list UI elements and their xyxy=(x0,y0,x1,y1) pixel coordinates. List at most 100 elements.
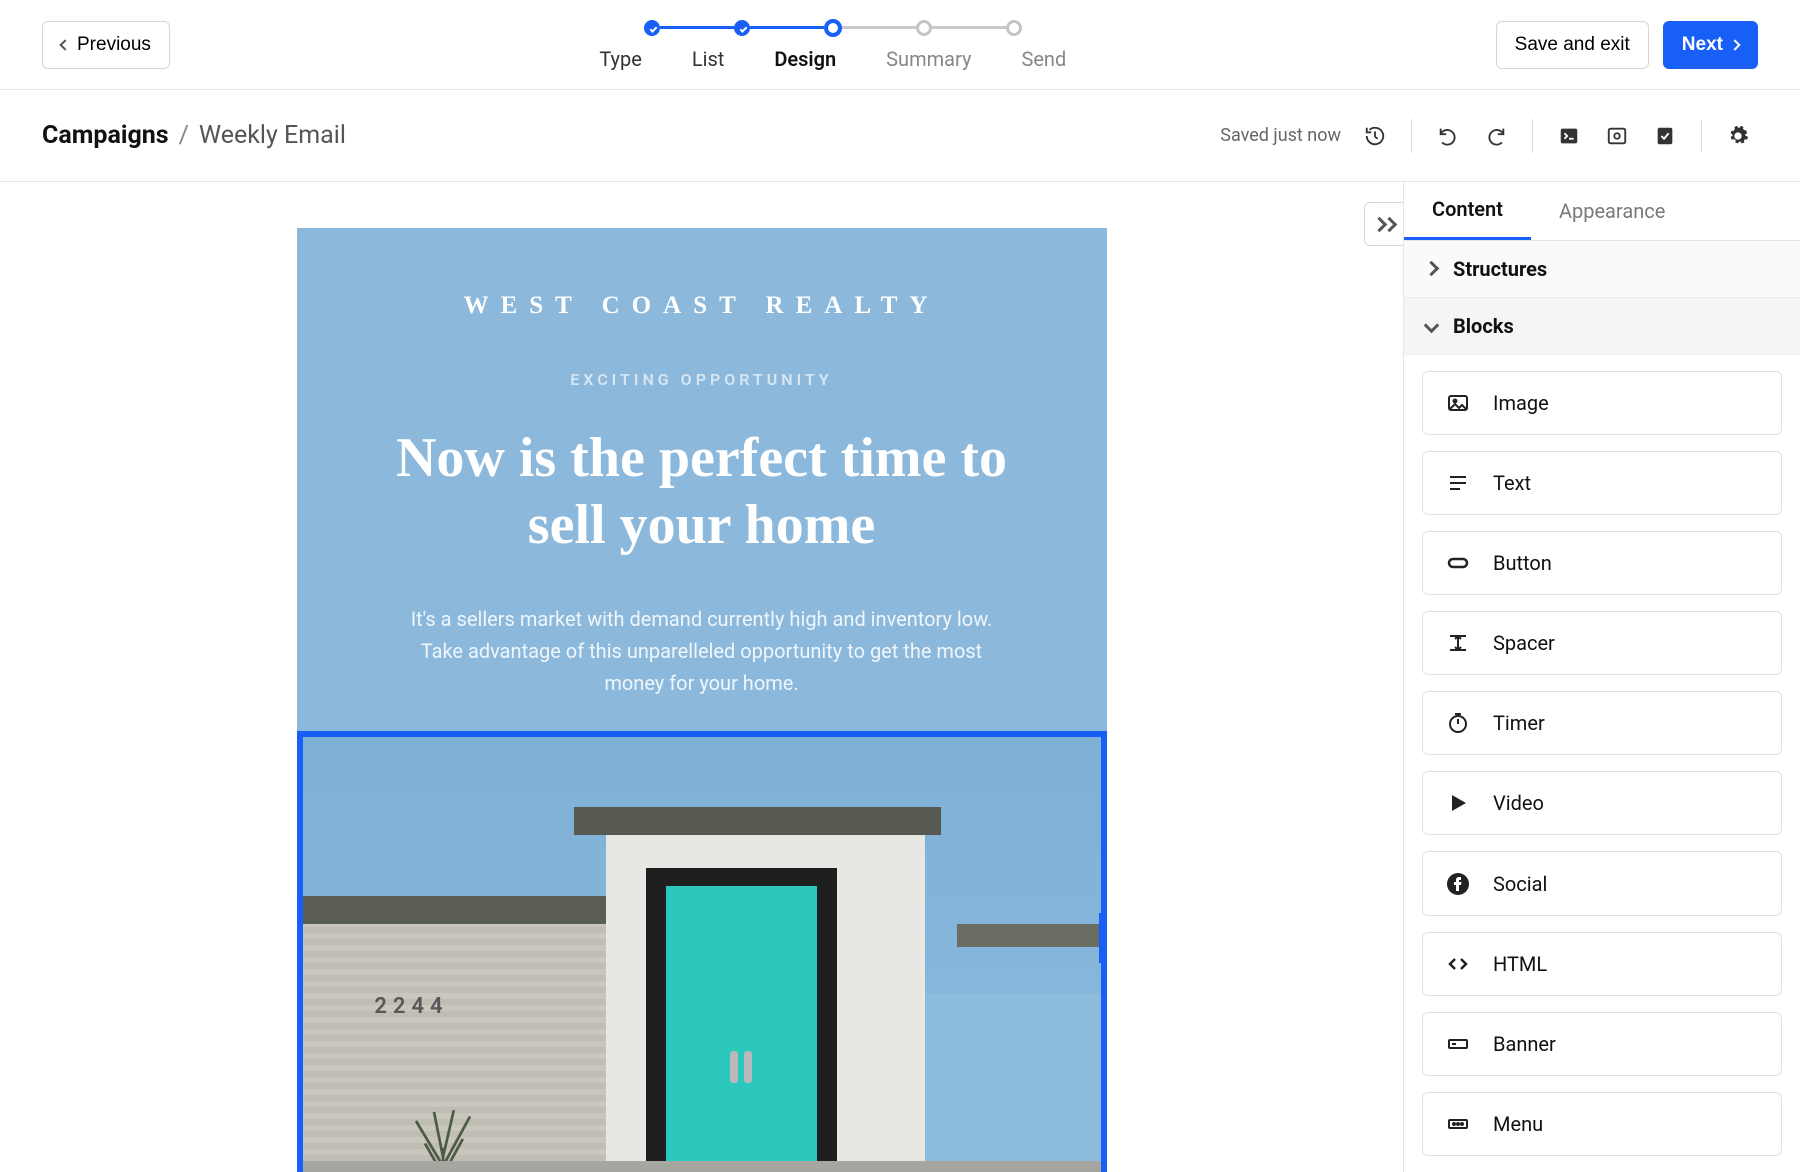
breadcrumb-leaf[interactable]: Weekly Email xyxy=(199,121,346,150)
preview-icon xyxy=(1606,125,1628,147)
step-seg xyxy=(932,26,1006,29)
move-block-button[interactable] xyxy=(1099,913,1107,963)
step-label-type[interactable]: Type xyxy=(599,47,642,71)
step-label-summary[interactable]: Summary xyxy=(886,47,971,71)
code-view-button[interactable] xyxy=(1549,116,1589,156)
previous-button[interactable]: Previous xyxy=(42,21,170,69)
chevron-right-icon xyxy=(1729,39,1740,50)
menu-icon xyxy=(1445,1111,1471,1137)
chevron-right-icon xyxy=(1424,261,1440,277)
step-node-send[interactable] xyxy=(1006,20,1022,36)
collapse-sidebar-handle[interactable] xyxy=(1364,202,1403,246)
secondbar: Campaigns / Weekly Email Saved just now xyxy=(0,90,1800,182)
banner-icon xyxy=(1445,1031,1471,1057)
block-label: HTML xyxy=(1493,952,1547,976)
video-icon xyxy=(1445,790,1471,816)
block-image[interactable]: Image xyxy=(1422,371,1782,435)
text-icon xyxy=(1445,470,1471,496)
block-label: Spacer xyxy=(1493,631,1555,655)
house-number: 2244 xyxy=(374,994,448,1019)
settings-button[interactable] xyxy=(1718,116,1758,156)
selected-image-block[interactable]: 2244 xyxy=(297,731,1107,1172)
step-label-design[interactable]: Design xyxy=(774,47,836,71)
step-label-send[interactable]: Send xyxy=(1021,47,1066,71)
step-node-list[interactable] xyxy=(734,20,750,36)
block-banner[interactable]: Banner xyxy=(1422,1012,1782,1076)
block-video[interactable]: Video xyxy=(1422,771,1782,835)
undo-icon xyxy=(1437,125,1459,147)
block-spacer[interactable]: Spacer xyxy=(1422,611,1782,675)
separator xyxy=(1701,119,1702,153)
undo-button[interactable] xyxy=(1428,116,1468,156)
block-label: Video xyxy=(1493,791,1544,815)
block-label: Banner xyxy=(1493,1032,1556,1056)
redo-icon xyxy=(1485,125,1507,147)
terminal-icon xyxy=(1558,125,1580,147)
gear-icon xyxy=(1727,125,1749,147)
block-timer[interactable]: Timer xyxy=(1422,691,1782,755)
accordion-blocks[interactable]: Blocks xyxy=(1404,298,1800,355)
step-seg xyxy=(750,26,824,29)
save-exit-button[interactable]: Save and exit xyxy=(1496,21,1649,69)
separator xyxy=(1532,119,1533,153)
breadcrumb: Campaigns / Weekly Email xyxy=(42,121,346,150)
breadcrumb-root[interactable]: Campaigns xyxy=(42,121,169,150)
stepper: Type List Design Summary Send xyxy=(599,19,1066,71)
step-node-summary[interactable] xyxy=(916,20,932,36)
chevron-left-icon xyxy=(59,39,70,50)
history-button[interactable] xyxy=(1355,116,1395,156)
spacer-icon xyxy=(1445,630,1471,656)
previous-label: Previous xyxy=(77,34,151,56)
test-send-button[interactable] xyxy=(1645,116,1685,156)
house-image: 2244 xyxy=(303,737,1101,1172)
blocks-list: Image Text Button Spacer Timer Video xyxy=(1404,355,1800,1172)
canvas-area: WEST COAST REALTY EXCITING OPPORTUNITY N… xyxy=(0,182,1403,1172)
block-label: Timer xyxy=(1493,711,1545,735)
step-node-design[interactable] xyxy=(824,19,842,37)
block-label: Menu xyxy=(1493,1112,1543,1136)
sidebar-tabs: Content Appearance xyxy=(1404,182,1800,241)
step-seg xyxy=(842,26,916,29)
block-toolbar xyxy=(1099,913,1107,963)
step-label-list[interactable]: List xyxy=(692,47,725,71)
block-label: Social xyxy=(1493,872,1547,896)
social-icon xyxy=(1445,871,1471,897)
step-node-type[interactable] xyxy=(644,20,660,36)
timer-icon xyxy=(1445,710,1471,736)
email-canvas[interactable]: WEST COAST REALTY EXCITING OPPORTUNITY N… xyxy=(297,228,1107,1172)
block-html[interactable]: HTML xyxy=(1422,932,1782,996)
email-tagline[interactable]: EXCITING OPPORTUNITY xyxy=(297,370,1107,389)
tab-content[interactable]: Content xyxy=(1404,182,1531,240)
saved-status: Saved just now xyxy=(1220,125,1341,146)
accordion-structures[interactable]: Structures xyxy=(1404,241,1800,298)
blocks-label: Blocks xyxy=(1453,314,1514,338)
email-body[interactable]: It's a sellers market with demand curren… xyxy=(402,603,1002,699)
html-icon xyxy=(1445,951,1471,977)
redo-button[interactable] xyxy=(1476,116,1516,156)
image-icon xyxy=(1445,390,1471,416)
breadcrumb-sep: / xyxy=(179,121,189,150)
structures-label: Structures xyxy=(1453,257,1547,281)
step-seg xyxy=(660,26,734,29)
block-menu[interactable]: Menu xyxy=(1422,1092,1782,1156)
email-brand[interactable]: WEST COAST REALTY xyxy=(297,228,1107,320)
sidebar: Content Appearance Structures Blocks Ima… xyxy=(1403,182,1800,1172)
next-button[interactable]: Next xyxy=(1663,21,1758,69)
email-headline[interactable]: Now is the perfect time to sell your hom… xyxy=(362,425,1042,559)
history-icon xyxy=(1364,125,1386,147)
block-text[interactable]: Text xyxy=(1422,451,1782,515)
block-label: Button xyxy=(1493,551,1552,575)
topbar: Previous Type List Design Summary Send S… xyxy=(0,0,1800,90)
block-button[interactable]: Button xyxy=(1422,531,1782,595)
checklist-icon xyxy=(1654,125,1676,147)
main: WEST COAST REALTY EXCITING OPPORTUNITY N… xyxy=(0,182,1800,1172)
button-icon xyxy=(1445,550,1471,576)
block-social[interactable]: Social xyxy=(1422,851,1782,915)
preview-button[interactable] xyxy=(1597,116,1637,156)
tab-appearance[interactable]: Appearance xyxy=(1531,182,1693,240)
chevron-down-icon xyxy=(1424,318,1440,334)
toolbar-right: Saved just now xyxy=(1220,116,1758,156)
separator xyxy=(1411,119,1412,153)
block-label: Text xyxy=(1493,471,1531,495)
block-label: Image xyxy=(1493,391,1549,415)
